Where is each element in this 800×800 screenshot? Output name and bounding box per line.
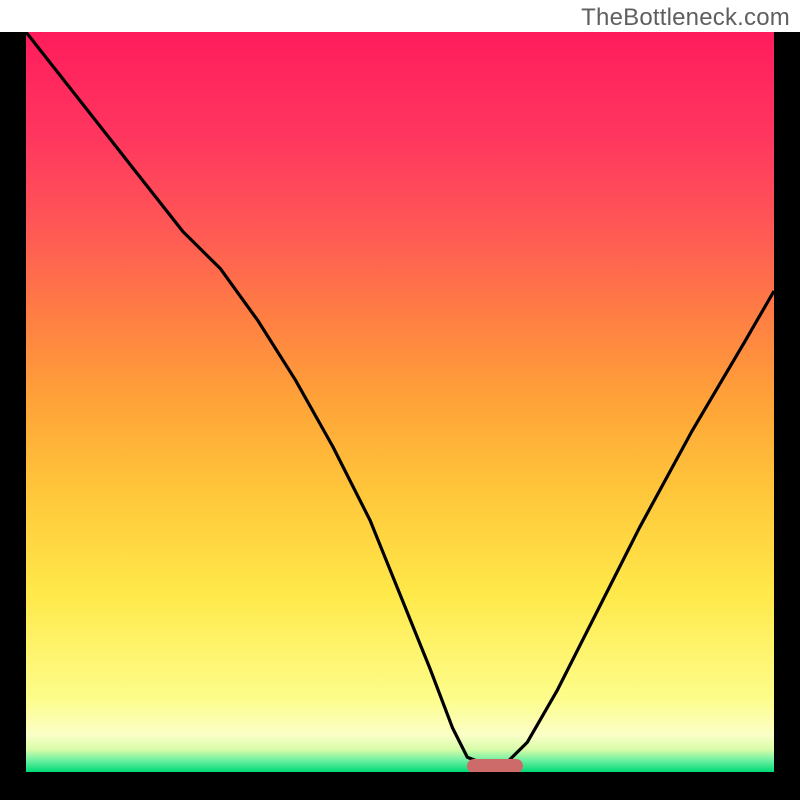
plot-area — [26, 32, 774, 772]
curve-path — [26, 32, 774, 765]
watermark-text: TheBottleneck.com — [581, 4, 790, 32]
chart-stage: TheBottleneck.com — [0, 0, 800, 800]
minimum-marker — [467, 759, 523, 772]
chart-frame — [0, 32, 800, 800]
bottleneck-curve — [26, 32, 774, 772]
